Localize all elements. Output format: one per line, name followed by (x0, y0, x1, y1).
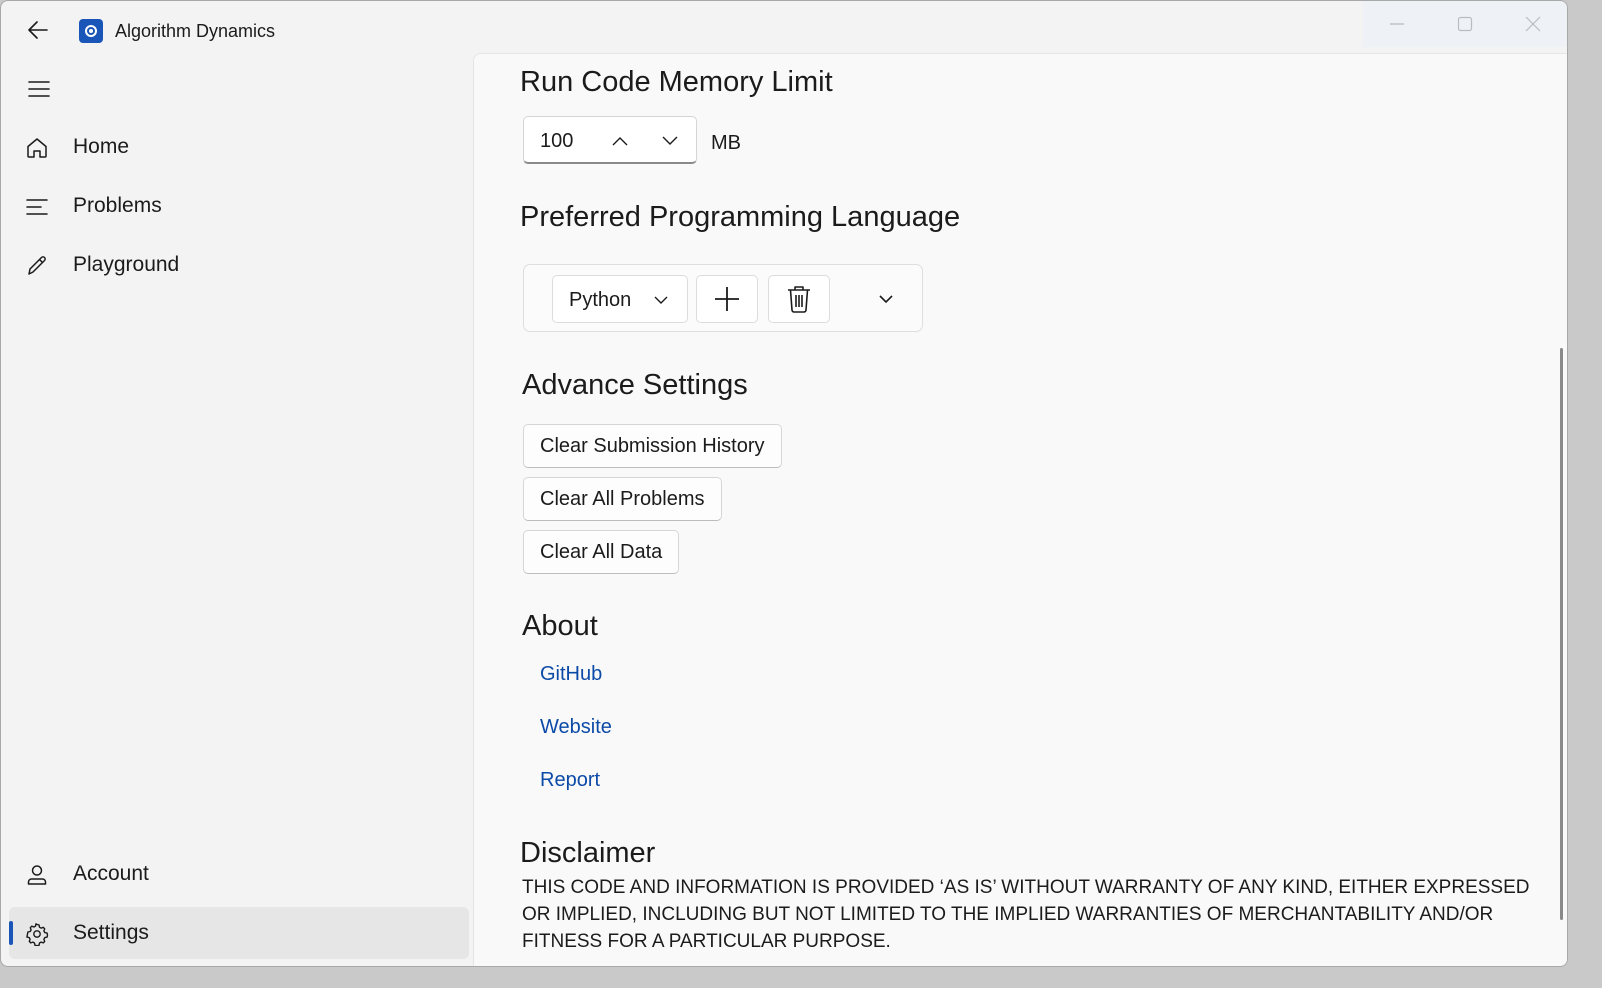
nav-item-label: Home (73, 135, 130, 158)
disclaimer-heading: Disclaimer (520, 837, 656, 869)
minimize-icon (1390, 23, 1404, 25)
advance-settings-heading: Advance Settings (522, 369, 748, 401)
chevron-up-icon (612, 137, 628, 146)
maximize-icon (1457, 16, 1473, 32)
chevron-down-icon (653, 292, 669, 308)
maximize-button[interactable] (1431, 1, 1499, 47)
app-title: Algorithm Dynamics (115, 21, 276, 41)
memory-limit-value[interactable]: 100 (540, 130, 573, 153)
close-button[interactable] (1499, 1, 1567, 47)
about-heading: About (522, 610, 598, 642)
clear-all-problems-button[interactable]: Clear All Problems (523, 477, 722, 521)
vertical-scrollbar[interactable] (1560, 348, 1563, 920)
back-button[interactable] (21, 15, 55, 45)
nav-item-home[interactable]: Home (9, 121, 469, 173)
settings-page: Run Code Memory Limit 100 MB Preferred P… (473, 53, 1567, 966)
clear-all-data-button[interactable]: Clear All Data (523, 530, 680, 574)
trash-icon (788, 286, 810, 313)
language-dropdown[interactable]: Python (552, 275, 688, 323)
nav-item-label: Settings (73, 921, 149, 944)
report-link[interactable]: Report (540, 769, 600, 792)
gear-icon (23, 920, 51, 948)
plus-icon (715, 287, 739, 311)
language-heading: Preferred Programming Language (520, 201, 961, 233)
memory-limit-number-box[interactable]: 100 (523, 116, 697, 164)
caption-buttons (1363, 1, 1567, 47)
nav-item-settings[interactable]: Settings (9, 907, 469, 959)
menu-toggle-button[interactable] (21, 73, 57, 105)
website-link[interactable]: Website (540, 716, 612, 739)
nav-item-label: Account (73, 862, 149, 885)
language-command-bar: Python (523, 264, 923, 332)
navigation-pane: Home Problems Playground Account Setting… (1, 59, 473, 966)
pencil-icon (23, 252, 51, 280)
add-language-button[interactable] (696, 275, 758, 323)
decrement-button[interactable] (654, 127, 686, 155)
nav-item-account[interactable]: Account (9, 848, 469, 900)
minimize-button[interactable] (1363, 1, 1431, 47)
app-window: Algorithm Dynamics Home Problems Playgro… (0, 0, 1568, 967)
chevron-down-icon (879, 294, 893, 303)
memory-unit-label: MB (711, 132, 741, 154)
nav-item-label: Playground (73, 253, 180, 276)
clear-submission-history-button[interactable]: Clear Submission History (523, 424, 782, 468)
close-icon (1525, 16, 1541, 32)
list-icon (23, 193, 51, 221)
github-link[interactable]: GitHub (540, 663, 602, 686)
chevron-down-icon (662, 136, 678, 145)
delete-language-button[interactable] (768, 275, 830, 323)
nav-item-problems[interactable]: Problems (9, 180, 469, 232)
more-options-button[interactable] (872, 285, 900, 313)
nav-item-playground[interactable]: Playground (9, 239, 469, 291)
home-icon (23, 134, 51, 162)
selection-indicator (9, 921, 13, 945)
hamburger-icon (28, 81, 50, 97)
disclaimer-text: THIS CODE AND INFORMATION IS PROVIDED ‘A… (522, 877, 1530, 952)
memory-limit-heading: Run Code Memory Limit (520, 66, 833, 98)
language-selected-value: Python (569, 289, 632, 311)
increment-button[interactable] (604, 127, 636, 155)
title-bar: Algorithm Dynamics (1, 1, 1567, 59)
app-logo-icon (79, 19, 103, 43)
person-icon (23, 861, 51, 889)
arrow-left-icon (28, 21, 48, 39)
nav-item-label: Problems (73, 194, 162, 217)
